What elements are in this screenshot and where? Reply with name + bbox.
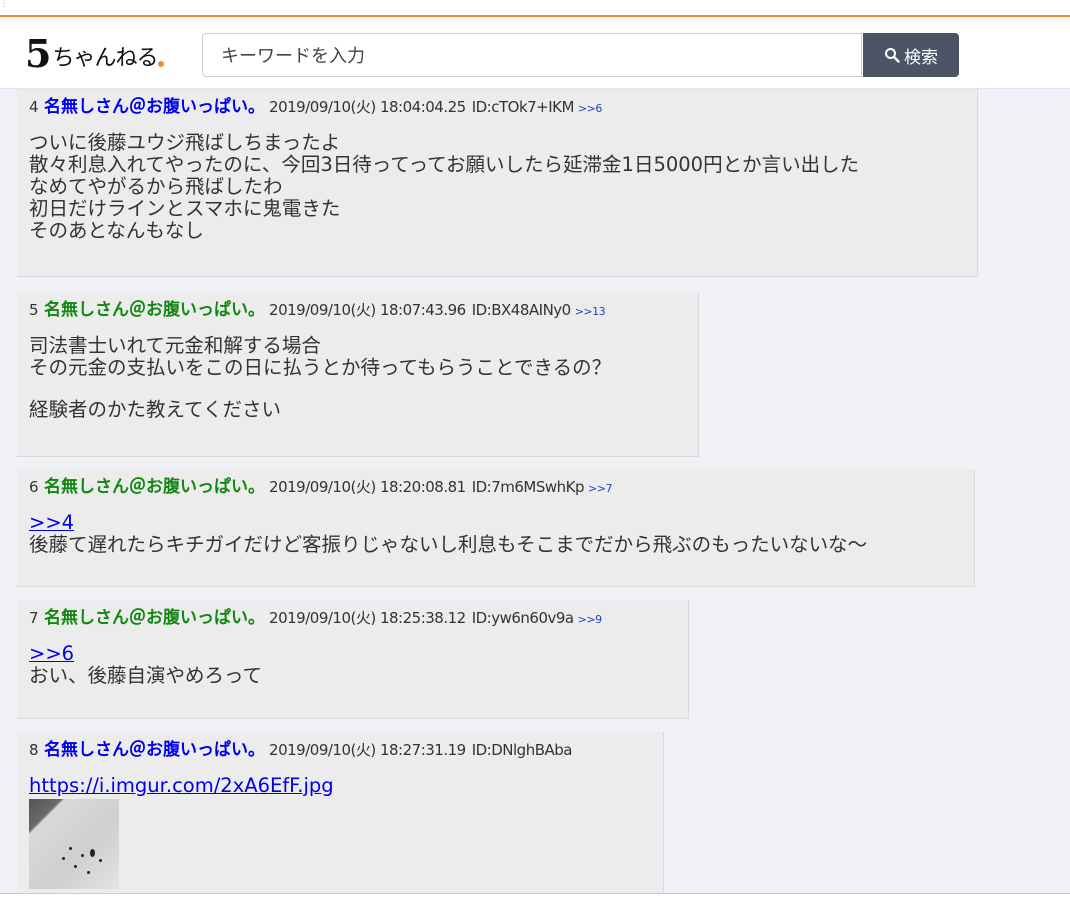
reply-link[interactable]: >>7 (588, 482, 612, 495)
post-line: ついに後藤ユウジ飛ばしちまったよ (29, 131, 341, 154)
post-number[interactable]: 5 (29, 301, 39, 319)
search-icon (885, 48, 900, 63)
post-author: 名無しさん＠お腹いっぱい。 (44, 608, 266, 628)
post-line: なめてやがるから飛ばしたわ (29, 175, 283, 198)
post-number[interactable]: 7 (29, 609, 39, 627)
logo-number: 5 (25, 31, 52, 76)
post-date: 2019/09/10(火) 18:27:31.19 (269, 741, 466, 759)
post-line: 司法書士いれて元金和解する場合 (29, 334, 321, 357)
post-body: 司法書士いれて元金和解する場合 その元金の支払いをこの日に払うとか待ってもらうこ… (29, 335, 686, 421)
site-logo[interactable]: 5 ちゃんねる (25, 31, 165, 76)
post-body: ついに後藤ユウジ飛ばしちまったよ 散々利息入れてやったのに、今回3日待ってってお… (29, 132, 965, 242)
post-line: 散々利息入れてやったのに、今回3日待ってってお願いしたら延滞金1日5000円とか… (29, 153, 860, 176)
post-meta: 7 名無しさん＠お腹いっぱい。 2019/09/10(火) 18:25:38.12 I… (29, 607, 676, 631)
post: 6 名無しさん＠お腹いっぱい。 2019/09/10(火) 18:20:08.81 I… (17, 469, 975, 587)
logo-text: ちゃんねる (52, 46, 158, 71)
grip-icon: ⋮ (0, 0, 8, 8)
search-button[interactable]: 検索 (863, 33, 959, 77)
post-body: >>6 おい、後藤自演やめろって (29, 643, 676, 687)
post-meta: 5 名無しさん＠お腹いっぱい。 2019/09/10(火) 18:07:43.96 I… (29, 299, 686, 323)
post-date: 2019/09/10(火) 18:20:08.81 (269, 478, 466, 496)
reply-link[interactable]: >>9 (578, 613, 602, 626)
anchor-link[interactable]: >>4 (29, 512, 962, 534)
post-id[interactable]: ID:BX48AINy0 (472, 301, 572, 319)
post-line: おい、後藤自演やめろって (29, 664, 263, 687)
site-header: 5 ちゃんねる キーワードを入力 検索 (0, 17, 1070, 89)
post-author: 名無しさん＠お腹いっぱい。 (44, 477, 266, 497)
post-meta: 4 名無しさん＠お腹いっぱい。 2019/09/10(火) 18:04:04.25 I… (29, 96, 965, 120)
post-number[interactable]: 6 (29, 478, 39, 496)
image-link[interactable]: https://i.imgur.com/2xA6EfF.jpg (29, 775, 651, 797)
post-id[interactable]: ID:cTOk7+IKM (472, 98, 575, 116)
post-line: そのあとなんもなし (29, 219, 204, 242)
search-placeholder: キーワードを入力 (221, 46, 365, 67)
post-date: 2019/09/10(火) 18:07:43.96 (269, 301, 466, 319)
top-bar (0, 0, 1070, 17)
reply-link[interactable]: >>6 (578, 102, 602, 115)
post: 8 名無しさん＠お腹いっぱい。 2019/09/10(火) 18:27:31.19 I… (17, 732, 664, 894)
post-meta: 8 名無しさん＠お腹いっぱい。 2019/09/10(火) 18:27:31.19 I… (29, 739, 651, 761)
search-input[interactable]: キーワードを入力 (202, 33, 862, 77)
post-line: その元金の支払いをこの日に払うとか待ってもらうことできるの？ (29, 356, 612, 379)
post: 4 名無しさん＠お腹いっぱい。 2019/09/10(火) 18:04:04.25 I… (17, 89, 978, 277)
post-number[interactable]: 8 (29, 741, 39, 759)
post-line: 経験者のかた教えてください (29, 398, 281, 421)
post-body: >>4 後藤て遅れたらキチガイだけど客振りじゃないし利息もそこまでだから飛ぶのも… (29, 512, 962, 556)
post-date: 2019/09/10(火) 18:04:04.25 (269, 98, 466, 116)
post-id[interactable]: ID:DNlghBAba (472, 741, 573, 759)
post: 5 名無しさん＠お腹いっぱい。 2019/09/10(火) 18:07:43.96 I… (17, 292, 699, 457)
logo-dot (158, 61, 165, 67)
search-button-label: 検索 (904, 47, 938, 68)
bottom-bar (0, 893, 1070, 897)
post-author: 名無しさん＠お腹いっぱい。 (44, 740, 266, 760)
anchor-link[interactable]: >>6 (29, 643, 676, 665)
post-id[interactable]: ID:yw6n60v9a (472, 609, 574, 627)
post-author: 名無しさん＠お腹いっぱい。 (44, 97, 266, 117)
post-date: 2019/09/10(火) 18:25:38.12 (269, 609, 466, 627)
post-author: 名無しさん＠お腹いっぱい。 (44, 300, 266, 320)
post-line: 後藤て遅れたらキチガイだけど客振りじゃないし利息もそこまでだから飛ぶのもったいな… (29, 533, 868, 556)
post-number[interactable]: 4 (29, 98, 39, 116)
post: 7 名無しさん＠お腹いっぱい。 2019/09/10(火) 18:25:38.12 I… (17, 600, 689, 719)
image-thumbnail[interactable] (29, 799, 119, 889)
post-meta: 6 名無しさん＠お腹いっぱい。 2019/09/10(火) 18:20:08.81 I… (29, 476, 962, 500)
post-id[interactable]: ID:7m6MSwhKp (472, 478, 585, 496)
post-body: https://i.imgur.com/2xA6EfF.jpg (29, 775, 651, 889)
post-line: 初日だけラインとスマホに鬼電きた (29, 197, 341, 220)
reply-link[interactable]: >>13 (575, 305, 606, 318)
